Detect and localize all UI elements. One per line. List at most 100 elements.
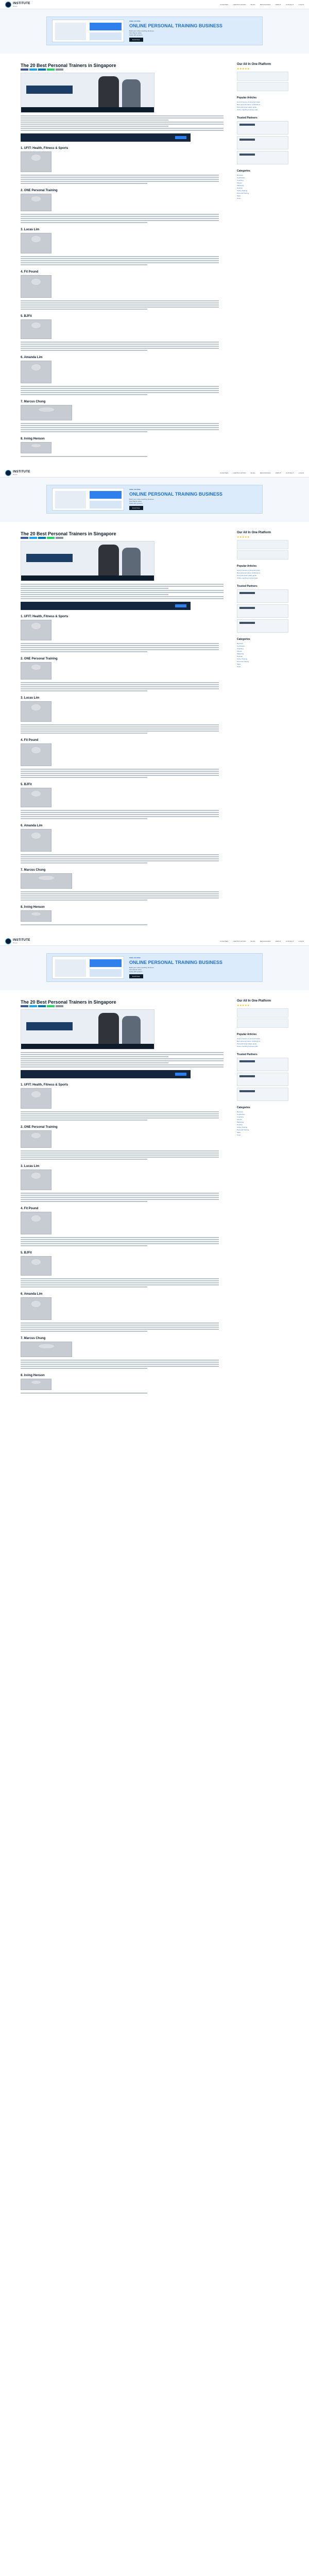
trainer-heading: 2. ONE Personal Training — [21, 1126, 58, 1129]
trainer-description — [21, 769, 232, 778]
site-logo[interactable]: INSTITUTE fitness — [5, 469, 30, 476]
site-logo[interactable]: INSTITUTE fitness — [5, 938, 30, 944]
nav-item[interactable]: Blog — [251, 4, 255, 6]
trainer-heading: 2. ONE Personal Training — [21, 657, 58, 660]
nav-item[interactable]: Login — [299, 4, 304, 6]
trainer-description — [21, 456, 232, 457]
whatsapp-share-button[interactable] — [47, 1005, 55, 1007]
promo-banner[interactable]: FREE COURSE ONLINE PERSONAL TRAINING BUSI… — [46, 953, 263, 982]
nav-item[interactable]: Resources — [260, 940, 271, 942]
nav-item[interactable]: Contact — [286, 940, 294, 942]
nav-item[interactable]: Contact — [286, 4, 294, 6]
trainer-photo — [21, 1170, 52, 1190]
partner-card[interactable] — [237, 151, 288, 164]
twitter-share-button[interactable] — [29, 69, 37, 71]
trainer-heading: 8. Irving Henson — [21, 906, 45, 909]
platform-card[interactable] — [237, 540, 288, 549]
enroll-button[interactable]: Enroll Now — [129, 38, 143, 42]
nav-item[interactable]: Certification — [233, 940, 246, 942]
partner-card[interactable] — [237, 619, 288, 633]
nav-item[interactable]: Courses — [220, 4, 228, 6]
facebook-share-button[interactable] — [21, 69, 28, 71]
nav-item[interactable]: Contact — [286, 472, 294, 474]
category-link[interactable]: Tools — [237, 666, 288, 668]
whatsapp-share-button[interactable] — [47, 537, 55, 539]
article-title: The 20 Best Personal Trainers in Singapo… — [21, 999, 116, 1005]
nav-item[interactable]: Resources — [260, 4, 271, 6]
trainer-heading: 3. Lucas Lim — [21, 1165, 40, 1168]
nav-item[interactable]: Blog — [251, 472, 255, 474]
partner-card[interactable] — [237, 136, 288, 149]
trainer-section: 8. Irving Henson — [21, 1374, 232, 1394]
trainer-photo — [21, 361, 52, 383]
email-share-button[interactable] — [56, 1005, 63, 1007]
platform-card[interactable] — [237, 1019, 288, 1028]
trainer-heading: 6. Amanda Lim — [21, 1293, 43, 1296]
facebook-share-button[interactable] — [21, 537, 28, 539]
popular-article-link[interactable]: Online coaching business plan — [237, 1045, 288, 1048]
popular-article-link[interactable]: Online coaching business plan — [237, 577, 288, 580]
banner-image — [52, 20, 124, 42]
partner-card[interactable] — [237, 121, 288, 134]
platform-card[interactable] — [237, 72, 288, 81]
platform-card[interactable] — [237, 1008, 288, 1018]
enroll-button[interactable]: Enroll Now — [129, 506, 143, 510]
enroll-button[interactable]: Enroll Now — [129, 974, 143, 978]
logo-icon — [5, 1, 11, 8]
nav-item[interactable]: About — [276, 472, 281, 474]
facebook-share-button[interactable] — [21, 1005, 28, 1007]
platform-card[interactable] — [237, 550, 288, 560]
nav-item[interactable]: Courses — [220, 940, 228, 942]
trainer-description — [21, 1111, 232, 1121]
partner-card[interactable] — [237, 1088, 288, 1101]
trainer-heading: 5. BJFit — [21, 315, 32, 318]
platform-card[interactable] — [237, 82, 288, 91]
trainer-section: 3. Lucas Lim — [21, 228, 232, 265]
promo-banner[interactable]: FREE COURSE ONLINE PERSONAL TRAINING BUSI… — [46, 485, 263, 514]
category-link[interactable]: Tools — [237, 197, 288, 200]
banner-image — [52, 956, 124, 979]
nav-item[interactable]: Blog — [251, 940, 255, 942]
twitter-share-button[interactable] — [29, 1005, 37, 1007]
nav-item[interactable]: Login — [299, 940, 304, 942]
trainer-photo — [21, 788, 52, 807]
popular-articles-heading: Popular Articles — [237, 96, 257, 99]
nav-item[interactable]: Certification — [233, 4, 246, 6]
linkedin-share-button[interactable] — [38, 69, 46, 71]
popular-articles-heading: Popular Articles — [237, 565, 257, 568]
trainer-heading: 5. BJFit — [21, 1251, 32, 1255]
nav-item[interactable]: Courses — [220, 472, 228, 474]
twitter-share-button[interactable] — [29, 537, 37, 539]
linkedin-share-button[interactable] — [38, 537, 46, 539]
trainer-photo — [21, 620, 52, 640]
partner-card[interactable] — [237, 604, 288, 618]
email-share-button[interactable] — [56, 69, 63, 71]
banner-text: FREE COURSE ONLINE PERSONAL TRAINING BUSI… — [129, 488, 257, 510]
trainer-heading: 1. UFIT: Health, Fitness & Sports — [21, 1083, 68, 1087]
nav-item[interactable]: About — [276, 940, 281, 942]
sidebar: Our All In One Platform ★★★★★ Popular Arti… — [237, 531, 288, 926]
partner-card[interactable] — [237, 1058, 288, 1071]
nav-item[interactable]: Login — [299, 472, 304, 474]
promo-banner[interactable]: FREE COURSE ONLINE PERSONAL TRAINING BUSI… — [46, 16, 263, 45]
whatsapp-share-button[interactable] — [47, 69, 55, 71]
linkedin-share-button[interactable] — [38, 1005, 46, 1007]
banner-list-item: Scale with systems — [129, 971, 143, 973]
popular-article-link[interactable]: Online coaching business plan — [237, 109, 288, 111]
trainer-description — [21, 1323, 232, 1332]
nav-item[interactable]: About — [276, 4, 281, 6]
promo-banner-section: FREE COURSE ONLINE PERSONAL TRAINING BUSI… — [0, 478, 309, 522]
site-logo[interactable]: INSTITUTE fitness — [5, 1, 30, 8]
nav-item[interactable]: Certification — [233, 472, 246, 474]
inline-ad[interactable] — [21, 1070, 191, 1078]
inline-ad[interactable] — [21, 133, 191, 142]
category-link[interactable]: Tools — [237, 1134, 288, 1137]
inline-ad[interactable] — [21, 602, 191, 610]
trainer-photo — [21, 319, 52, 339]
logo-icon — [5, 938, 11, 944]
partner-card[interactable] — [237, 589, 288, 603]
partner-card[interactable] — [237, 1073, 288, 1086]
email-share-button[interactable] — [56, 537, 63, 539]
nav-item[interactable]: Resources — [260, 472, 271, 474]
trusted-partners-heading: Trusted Partners — [237, 116, 258, 120]
